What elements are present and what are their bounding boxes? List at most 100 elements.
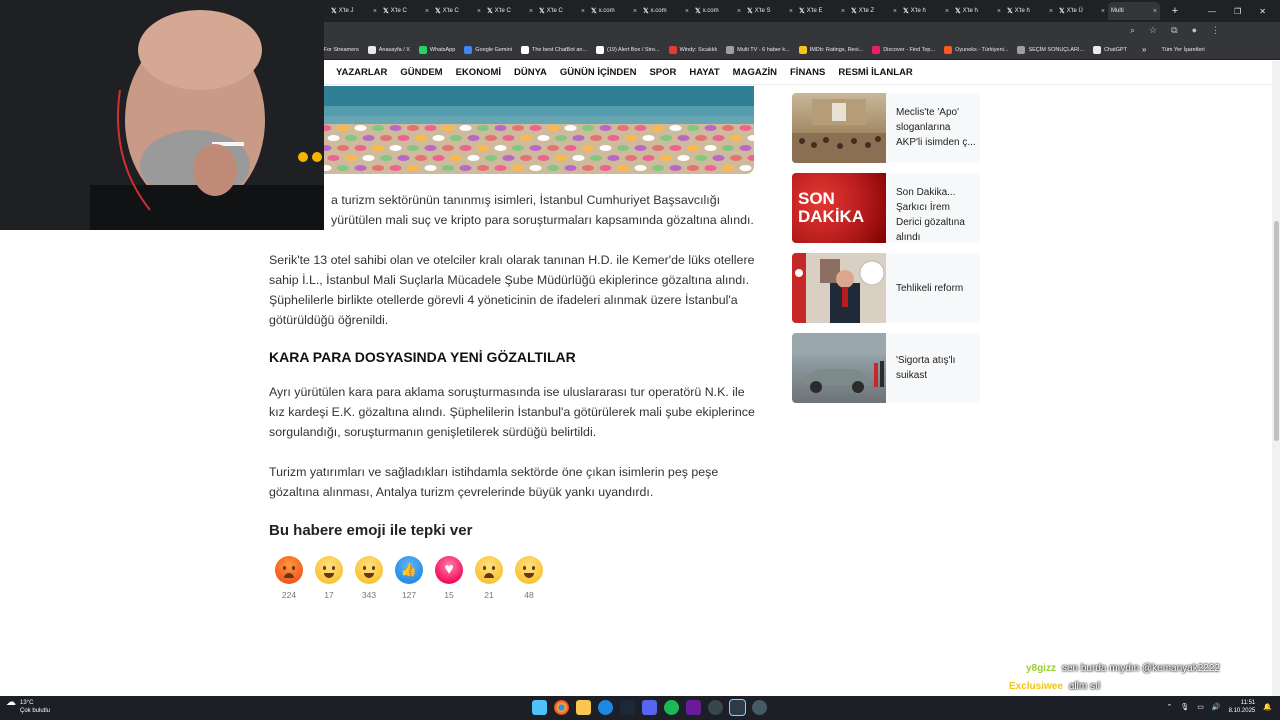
close-tab-icon[interactable]: ×: [633, 8, 637, 15]
browser-tab[interactable]: 𝕏 X'te J ×: [328, 2, 380, 20]
close-window-icon[interactable]: ✕: [1259, 7, 1266, 16]
close-tab-icon[interactable]: ×: [685, 8, 689, 15]
browser-tab[interactable]: 𝕏x.com ×: [640, 2, 692, 20]
notification-icon[interactable]: 🔔: [1263, 703, 1272, 711]
clock[interactable]: 11:51 8.10.2025: [1229, 699, 1256, 715]
streamlabs-icon[interactable]: [729, 699, 746, 716]
close-tab-icon[interactable]: ×: [425, 8, 429, 15]
nav-item[interactable]: MAGAZİN: [733, 67, 777, 78]
spotify-icon[interactable]: [664, 700, 679, 715]
reaction-laughing[interactable]: 343: [349, 556, 389, 600]
nav-item[interactable]: SPOR: [649, 67, 676, 78]
browser-tab[interactable]: 𝕏 X'te h ×: [952, 2, 1004, 20]
bookmark-favicon-icon: [464, 45, 473, 54]
close-tab-icon[interactable]: ×: [997, 8, 1001, 15]
restore-icon[interactable]: ❐: [1234, 7, 1241, 16]
clock-date: 8.10.2025: [1228, 708, 1256, 714]
app-icon[interactable]: [686, 700, 701, 715]
nav-item[interactable]: EKONOMİ: [456, 67, 501, 78]
nav-item[interactable]: RESMİ İLANLAR: [838, 67, 912, 78]
discord-icon[interactable]: [642, 700, 657, 715]
obs-icon[interactable]: [708, 700, 723, 715]
extensions-icon[interactable]: ⧉: [1171, 25, 1177, 36]
chevron-up-icon[interactable]: ⌃: [1166, 703, 1172, 711]
close-tab-icon[interactable]: ×: [1049, 8, 1053, 15]
nav-item[interactable]: HAYAT: [689, 67, 719, 78]
reaction-thumbs-up[interactable]: 👍 127: [389, 556, 429, 600]
sidebar-news-card[interactable]: Meclis'te 'Apo' sloganlarına AKP'li isim…: [792, 93, 980, 163]
new-tab-button[interactable]: +: [1168, 5, 1182, 17]
folder-icon[interactable]: [576, 700, 591, 715]
bookmark-item[interactable]: Google Gemini: [464, 45, 512, 54]
more-bookmarks-icon[interactable]: »: [1142, 45, 1146, 54]
bookmark-item[interactable]: IMDb: Ratings, Revi...: [798, 45, 863, 54]
chrome-icon[interactable]: [554, 700, 569, 715]
close-tab-icon[interactable]: ×: [737, 8, 741, 15]
browser-tab[interactable]: 𝕏 X'te S ×: [744, 2, 796, 20]
bookmark-item[interactable]: The best ChatBot an...: [520, 45, 587, 54]
close-tab-icon[interactable]: ×: [581, 8, 585, 15]
settings-icon[interactable]: [752, 700, 767, 715]
start-icon[interactable]: [532, 700, 547, 715]
volume-icon[interactable]: 🔊: [1212, 703, 1221, 711]
browser-tab[interactable]: 𝕏 X'te C ×: [380, 2, 432, 20]
star-icon[interactable]: ☆: [1149, 25, 1157, 36]
nav-item[interactable]: GÜNÜN İÇİNDEN: [560, 67, 637, 78]
all-bookmarks-folder[interactable]: Tüm Yer İşaretleri: [1161, 47, 1204, 53]
bookmark-item[interactable]: Windy: Sıcaklık: [668, 45, 717, 54]
close-tab-icon[interactable]: ×: [477, 8, 481, 15]
browser-tab[interactable]: 𝕏 X'te C ×: [536, 2, 588, 20]
bookmark-item[interactable]: Oyuneks - Türkiyeni...: [944, 45, 1008, 54]
browser-tab[interactable]: 𝕏 X'te Ü ×: [1056, 2, 1108, 20]
reaction-surprised[interactable]: 48: [509, 556, 549, 600]
close-tab-icon[interactable]: ×: [529, 8, 533, 15]
edge-icon[interactable]: [598, 700, 613, 715]
bookmark-item[interactable]: SEÇİM SONUÇLARI...: [1017, 45, 1084, 54]
browser-tab[interactable]: Multi ×: [1108, 2, 1160, 20]
sidebar-news-card[interactable]: SON DAKİKA Son Dakika... Şarkıcı İrem De…: [792, 173, 980, 243]
browser-tab[interactable]: 𝕏 X'te h ×: [1004, 2, 1056, 20]
reaction-sad[interactable]: 21: [469, 556, 509, 600]
bookmark-item[interactable]: Discover - Find Top...: [872, 45, 935, 54]
page-scrollbar[interactable]: [1272, 61, 1280, 696]
menu-icon[interactable]: ⋮: [1211, 25, 1220, 36]
close-tab-icon[interactable]: ×: [945, 8, 949, 15]
bookmark-item[interactable]: Anasayfa / X: [367, 45, 410, 54]
reaction-angry[interactable]: 224: [269, 556, 309, 600]
bookmark-item[interactable]: (19) Alert Box / Stre...: [596, 45, 660, 54]
sidebar-news-card[interactable]: 'Sigorta atış'lı suikast: [792, 333, 980, 403]
bookmark-item[interactable]: Multi TV - 6 haber k...: [726, 45, 790, 54]
zoom-icon[interactable]: ⌕: [1130, 25, 1135, 36]
news-thumbnail: SON DAKİKA: [792, 173, 886, 243]
close-tab-icon[interactable]: ×: [789, 8, 793, 15]
bookmark-item[interactable]: ChatGPT: [1093, 45, 1127, 54]
scrollbar-thumb[interactable]: [1274, 221, 1279, 441]
sidebar-news-card[interactable]: Tehlikeli reform: [792, 253, 980, 323]
weather-widget[interactable]: ☁ 13°C Çok bulutlu: [6, 698, 50, 715]
close-tab-icon[interactable]: ×: [373, 8, 377, 15]
network-icon[interactable]: ▭: [1197, 703, 1204, 711]
reaction-heart[interactable]: ♥ 15: [429, 556, 469, 600]
browser-tab[interactable]: 𝕏x.com ×: [588, 2, 640, 20]
browser-tab[interactable]: 𝕏 X'te C ×: [432, 2, 484, 20]
close-tab-icon[interactable]: ×: [893, 8, 897, 15]
browser-tab[interactable]: 𝕏 X'te h ×: [900, 2, 952, 20]
nav-item[interactable]: DÜNYA: [514, 67, 547, 78]
close-tab-icon[interactable]: ×: [1101, 8, 1105, 15]
nav-item[interactable]: YAZARLAR: [336, 67, 387, 78]
mic-icon[interactable]: 🎙: [1180, 703, 1189, 711]
reaction-heart-eyes[interactable]: 17: [309, 556, 349, 600]
steam-icon[interactable]: [620, 700, 635, 715]
browser-tab[interactable]: 𝕏x.com ×: [692, 2, 744, 20]
browser-tab[interactable]: 𝕏 X'te C ×: [484, 2, 536, 20]
profile-icon[interactable]: ●: [1192, 25, 1197, 36]
bookmark-label: Anasayfa / X: [378, 46, 410, 53]
browser-tab[interactable]: 𝕏 X'te E ×: [796, 2, 848, 20]
minimize-icon[interactable]: —: [1208, 7, 1216, 16]
nav-item[interactable]: FİNANS: [790, 67, 825, 78]
close-tab-icon[interactable]: ×: [1153, 8, 1157, 15]
bookmark-item[interactable]: WhatsApp: [418, 45, 455, 54]
browser-tab[interactable]: 𝕏 X'te Z ×: [848, 2, 900, 20]
nav-item[interactable]: GÜNDEM: [400, 67, 442, 78]
close-tab-icon[interactable]: ×: [841, 8, 845, 15]
